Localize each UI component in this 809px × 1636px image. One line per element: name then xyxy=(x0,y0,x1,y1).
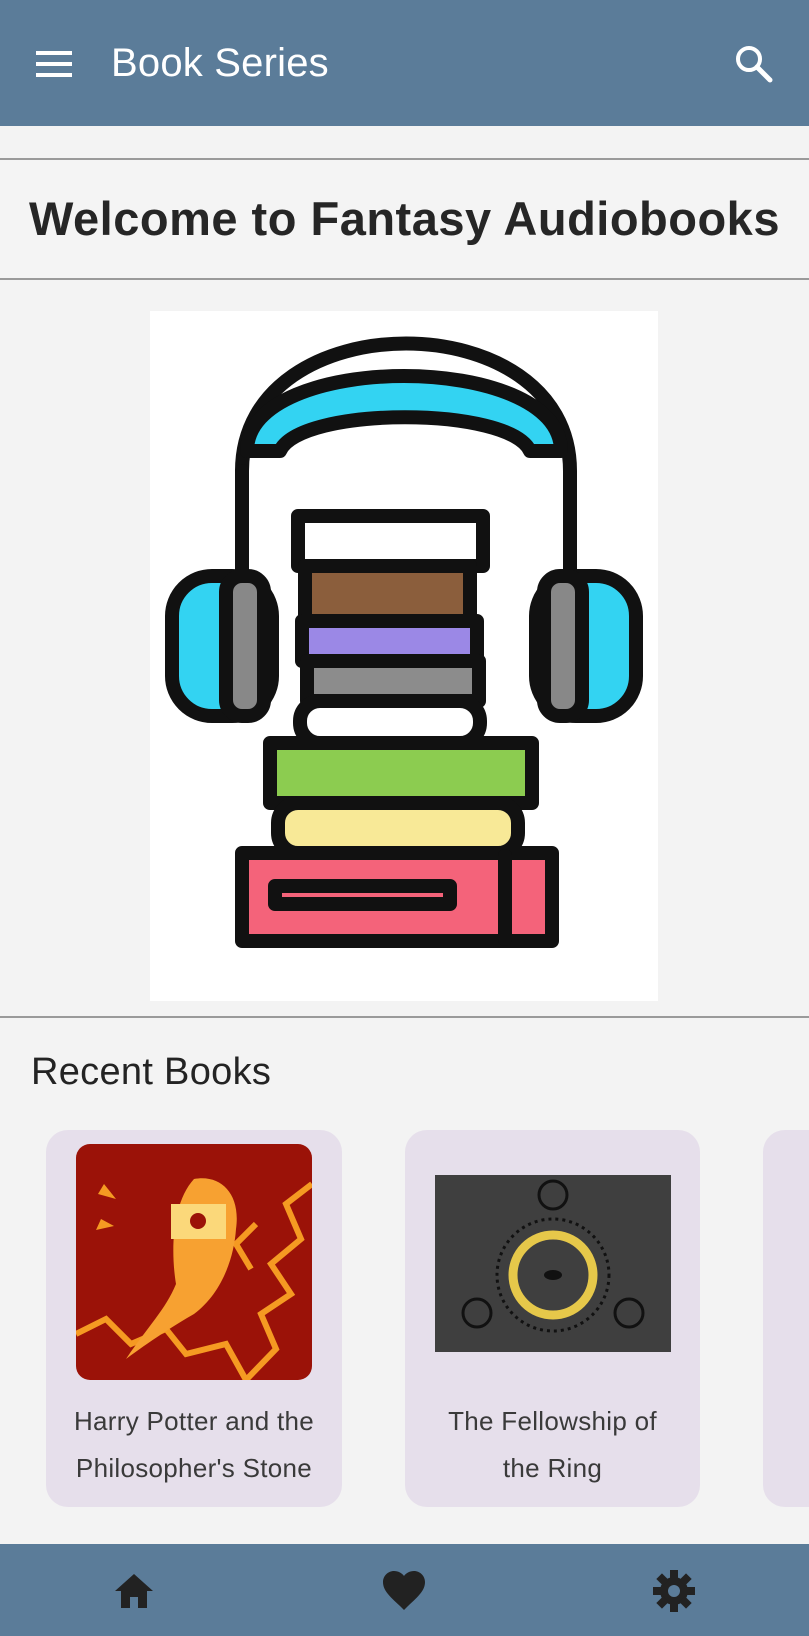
home-icon xyxy=(115,1574,153,1608)
one-ring-cover-icon xyxy=(435,1175,671,1352)
welcome-banner: Welcome to Fantasy Audiobooks xyxy=(0,158,809,280)
section-divider xyxy=(0,1016,809,1018)
heart-icon xyxy=(383,1571,425,1610)
book-title-line-1: Harry Potter and the xyxy=(73,1406,315,1436)
headphones-books-icon xyxy=(165,336,643,948)
book-card-harry-potter[interactable]: Harry Potter and the Philosopher's Stone xyxy=(46,1130,342,1507)
book-cover-fellowship xyxy=(435,1175,671,1352)
hero-image xyxy=(150,311,658,1001)
menu-icon xyxy=(36,51,72,77)
book-title-line-2: the Ring xyxy=(502,1453,603,1483)
welcome-heading: Welcome to Fantasy Audiobooks xyxy=(29,192,780,245)
app-screen: Book Series Welcome to Fantasy Audiobook… xyxy=(0,0,809,1636)
book-cover-harry-potter xyxy=(76,1144,312,1380)
menu-button[interactable] xyxy=(30,40,78,88)
gear-icon xyxy=(653,1570,695,1612)
book-card-fellowship[interactable]: The Fellowship of the Ring xyxy=(405,1130,700,1507)
search-button[interactable] xyxy=(730,40,778,88)
top-app-bar: Book Series xyxy=(0,0,809,126)
book-title-line-2: Philosopher's Stone xyxy=(75,1453,313,1483)
book-title-line-1: The Fellowship of xyxy=(448,1406,657,1436)
owl-letter-cover-icon xyxy=(76,1144,312,1380)
nav-settings-button[interactable] xyxy=(649,1566,699,1616)
book-card-partial[interactable] xyxy=(763,1130,809,1507)
nav-home-button[interactable] xyxy=(109,1566,159,1616)
recent-books-heading: Recent Books xyxy=(31,1051,272,1093)
bottom-navigation xyxy=(0,1544,809,1636)
nav-favorites-button[interactable] xyxy=(379,1566,429,1616)
search-icon xyxy=(736,46,773,83)
app-title: Book Series xyxy=(111,41,329,85)
